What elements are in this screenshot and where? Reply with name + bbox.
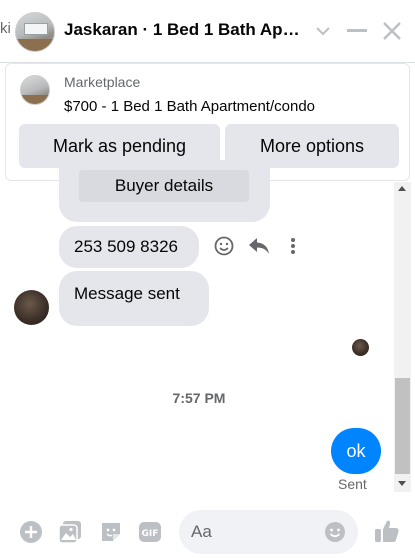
gif-icon[interactable]: GIF [138, 520, 162, 544]
scroll-down-arrow-icon[interactable] [398, 481, 406, 486]
background-text-fragment: ki [0, 20, 11, 37]
message-status: Sent [338, 476, 367, 492]
marketplace-label: Marketplace [64, 74, 141, 90]
phone-number-bubble[interactable]: 253 509 8326 [59, 226, 199, 268]
more-actions-icon[interactable] [285, 235, 301, 257]
thumbnail-floor-shape [21, 95, 49, 104]
read-receipt-avatar [352, 339, 369, 356]
photo-icon[interactable] [58, 520, 82, 544]
scroll-up-arrow-icon[interactable] [398, 186, 406, 191]
close-icon[interactable] [381, 20, 403, 42]
minimize-icon[interactable] [346, 20, 368, 42]
outgoing-message-bubble[interactable]: ok [331, 428, 381, 474]
scrollbar-thumb[interactable] [395, 378, 410, 474]
chat-title[interactable]: Jaskaran · 1 Bed 1 Bath Apartment/condo [64, 20, 304, 40]
svg-text:GIF: GIF [142, 529, 159, 539]
buyer-details-button[interactable]: Buyer details [79, 170, 249, 202]
emoji-icon[interactable] [323, 520, 347, 544]
like-icon[interactable] [374, 518, 400, 544]
listing-thumbnail[interactable] [20, 75, 50, 105]
sender-avatar[interactable] [14, 290, 49, 325]
sticker-icon[interactable] [99, 520, 123, 544]
reply-icon[interactable] [248, 235, 270, 257]
emoji-react-icon[interactable] [213, 235, 235, 257]
avatar-floor-shape [16, 39, 54, 51]
listing-price-title[interactable]: $700 - 1 Bed 1 Bath Apartment/condo [64, 98, 315, 115]
message-sent-bubble[interactable]: Message sent [59, 271, 209, 326]
message-timestamp: 7:57 PM [172, 390, 226, 406]
add-icon[interactable] [19, 520, 43, 544]
avatar-window-shape [24, 23, 48, 35]
chevron-down-icon[interactable] [312, 20, 334, 42]
listing-avatar[interactable] [15, 12, 55, 52]
